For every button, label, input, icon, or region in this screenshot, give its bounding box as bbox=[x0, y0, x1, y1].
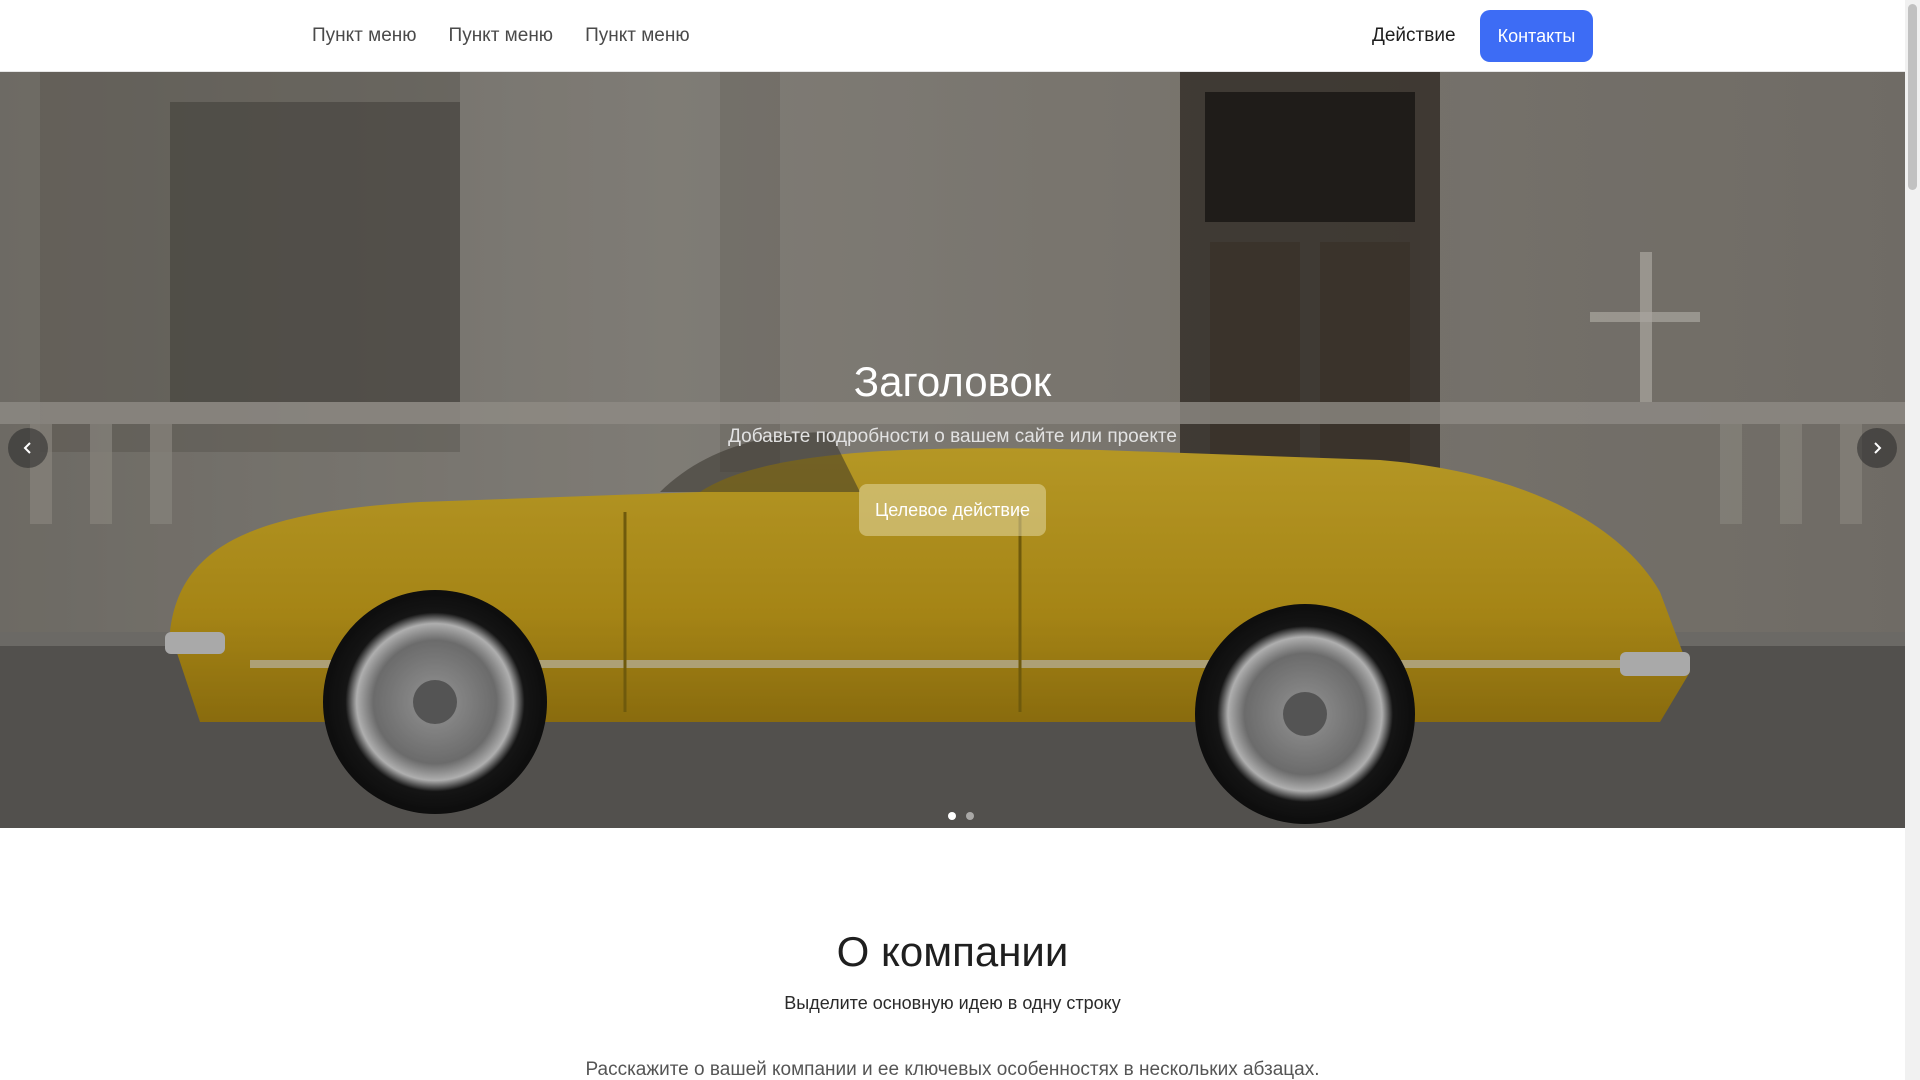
nav-item-1[interactable]: Пункт меню bbox=[312, 25, 417, 47]
scrollbar-thumb[interactable] bbox=[1908, 4, 1917, 190]
action-link[interactable]: Действие bbox=[1372, 0, 1456, 72]
chevron-left-icon bbox=[23, 442, 31, 454]
nav-item-3[interactable]: Пункт меню bbox=[585, 25, 690, 47]
contacts-button[interactable]: Контакты bbox=[1480, 10, 1593, 62]
about-title: О компании bbox=[836, 928, 1069, 975]
page-scrollbar[interactable] bbox=[1905, 0, 1920, 1080]
hero-subtitle: Добавьте подробности о вашем сайте или п… bbox=[728, 426, 1177, 447]
nav-item-2[interactable]: Пункт меню bbox=[449, 25, 554, 47]
about-lead: Выделите основную идею в одну строку bbox=[784, 993, 1121, 1013]
slider-dot-2[interactable] bbox=[966, 812, 974, 820]
hero-slider: Заголовок Добавьте подробности о вашем с… bbox=[0, 72, 1905, 828]
hero-overlay bbox=[0, 72, 1905, 828]
slider-next-button[interactable] bbox=[1857, 428, 1897, 468]
slider-dots bbox=[948, 812, 974, 820]
main-nav: Пункт меню Пункт меню Пункт меню bbox=[312, 0, 690, 72]
slider-dot-1[interactable] bbox=[948, 812, 956, 820]
slider-prev-button[interactable] bbox=[8, 428, 48, 468]
site-header: Пункт меню Пункт меню Пункт меню Действи… bbox=[0, 0, 1905, 72]
hero-cta-button[interactable]: Целевое действие bbox=[859, 484, 1046, 536]
about-text: Расскажите о вашей компании и ее ключевы… bbox=[585, 1059, 1320, 1080]
chevron-right-icon bbox=[1874, 442, 1882, 454]
hero-title: Заголовок bbox=[853, 358, 1052, 405]
